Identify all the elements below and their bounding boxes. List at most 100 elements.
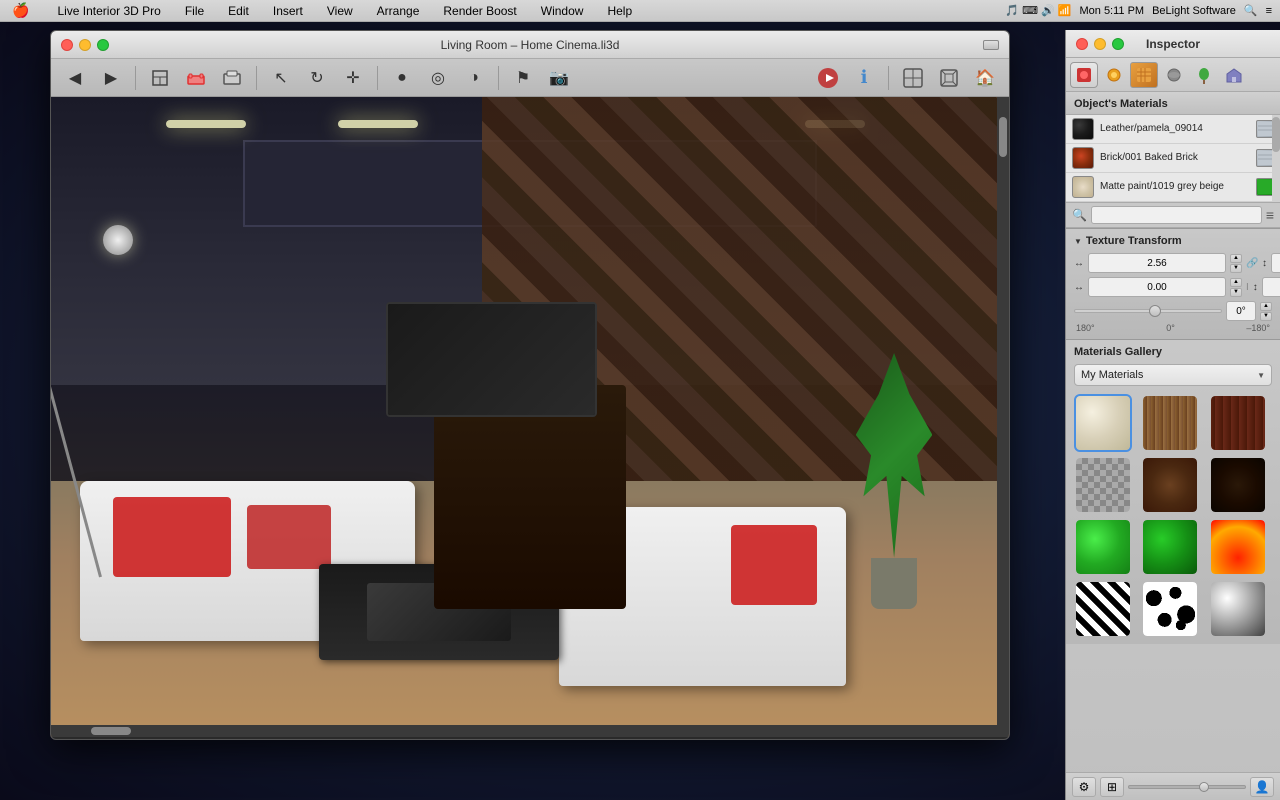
gallery-dropdown[interactable]: My Materials ▼ bbox=[1074, 364, 1272, 386]
x-scale-up[interactable]: ▲ bbox=[1230, 254, 1242, 263]
rotation-min-label: 180° bbox=[1076, 323, 1095, 333]
walk-tool[interactable]: ⚑ bbox=[507, 64, 539, 92]
gallery-item-dalmatian[interactable] bbox=[1141, 580, 1199, 638]
menu-app[interactable]: Live Interior 3D Pro bbox=[53, 4, 164, 18]
inspector-light-tab[interactable] bbox=[1100, 62, 1128, 88]
menubar-menu-icon[interactable]: ≡ bbox=[1266, 5, 1272, 17]
x-scale-down[interactable]: ▼ bbox=[1230, 264, 1242, 273]
menu-insert[interactable]: Insert bbox=[269, 4, 307, 18]
gallery-item-green-bright[interactable] bbox=[1074, 518, 1132, 576]
x-offset-down[interactable]: ▼ bbox=[1230, 288, 1242, 297]
y-scale-input[interactable] bbox=[1271, 253, 1280, 273]
menu-render-boost[interactable]: Render Boost bbox=[439, 4, 520, 18]
viewport-scrollbar-horizontal[interactable] bbox=[51, 725, 1009, 737]
nav-back-button[interactable]: ◀ bbox=[59, 64, 91, 92]
gallery-item-fire[interactable] bbox=[1209, 518, 1267, 576]
x-scale-stepper[interactable]: ▲ ▼ bbox=[1230, 254, 1242, 273]
filter-input[interactable] bbox=[1091, 206, 1262, 224]
close-button[interactable] bbox=[61, 39, 73, 51]
scale-link-icon[interactable]: 🔗 bbox=[1246, 258, 1258, 269]
minimize-button[interactable] bbox=[79, 39, 91, 51]
viewport-3d[interactable] bbox=[51, 97, 1009, 737]
inspector-plant-tab[interactable] bbox=[1190, 62, 1218, 88]
gallery-item-stone-grey[interactable] bbox=[1074, 456, 1132, 514]
rotation-down[interactable]: ▼ bbox=[1260, 312, 1272, 321]
inspector-minimize-button[interactable] bbox=[1094, 38, 1106, 50]
menu-edit[interactable]: Edit bbox=[224, 4, 253, 18]
texture-transform-triangle[interactable]: ▼ bbox=[1074, 237, 1082, 246]
gallery-item-wood-brown[interactable] bbox=[1141, 456, 1199, 514]
perspective-button[interactable] bbox=[933, 64, 965, 92]
inspector-close-button[interactable] bbox=[1076, 38, 1088, 50]
home-view-button[interactable]: 🏠 bbox=[969, 64, 1001, 92]
apple-menu[interactable]: 🍎 bbox=[8, 2, 33, 19]
material-item-brick[interactable]: Brick/001 Baked Brick bbox=[1066, 144, 1280, 173]
green-dark-material bbox=[1143, 520, 1197, 574]
toolbar-separator-4 bbox=[498, 66, 499, 90]
nav-forward-button[interactable]: ▶ bbox=[95, 64, 127, 92]
gallery-item-cream[interactable] bbox=[1074, 394, 1132, 452]
floor-plan-button[interactable] bbox=[144, 64, 176, 92]
rotation-up[interactable]: ▲ bbox=[1260, 302, 1272, 311]
y-offset-input[interactable] bbox=[1262, 277, 1280, 297]
camera-tool[interactable]: 📷 bbox=[543, 64, 575, 92]
info-button[interactable]: ℹ bbox=[848, 64, 880, 92]
x-offset-input[interactable] bbox=[1088, 277, 1226, 297]
inspector-toolbar bbox=[1066, 58, 1280, 92]
filter-menu-icon[interactable]: ≡ bbox=[1266, 207, 1274, 223]
rotation-slider[interactable] bbox=[1074, 309, 1222, 313]
inspector-materials-tab[interactable] bbox=[1070, 62, 1098, 88]
menu-help[interactable]: Help bbox=[603, 4, 636, 18]
inspector-zoom-thumb[interactable] bbox=[1199, 782, 1209, 792]
plant-leaves bbox=[856, 353, 933, 558]
menu-view[interactable]: View bbox=[323, 4, 357, 18]
window-collapse-button[interactable] bbox=[983, 40, 999, 50]
objects-button[interactable] bbox=[216, 64, 248, 92]
inspector-zoom-slider[interactable] bbox=[1128, 785, 1246, 789]
x-offset-up[interactable]: ▲ bbox=[1230, 278, 1242, 287]
x-scale-row: ↔ ▲ ▼ 🔗 ↕ ▲ ▼ bbox=[1074, 253, 1272, 273]
rotation-stepper[interactable]: ▲ ▼ bbox=[1260, 302, 1272, 321]
offset-link-icon: I bbox=[1246, 282, 1249, 293]
crosshair-tool[interactable]: ✛ bbox=[337, 64, 369, 92]
view-half[interactable]: ◑ bbox=[458, 64, 490, 92]
menu-arrange[interactable]: Arrange bbox=[373, 4, 424, 18]
television bbox=[386, 302, 597, 417]
view-sphere[interactable]: ● bbox=[386, 64, 418, 92]
inspector-surface-tab[interactable] bbox=[1160, 62, 1188, 88]
inspector-maximize-button[interactable] bbox=[1112, 38, 1124, 50]
menubar-search-icon[interactable]: 🔍 bbox=[1244, 4, 1258, 17]
orbit-tool[interactable]: ↻ bbox=[301, 64, 333, 92]
inspector-add-button[interactable]: ⚙ bbox=[1072, 777, 1096, 797]
offset-row: ↔ ▲ ▼ I ↕ ▲ ▼ bbox=[1074, 277, 1272, 297]
viewport-scrollbar-vertical[interactable] bbox=[997, 97, 1009, 727]
dark-brown-material bbox=[1211, 458, 1265, 512]
furniture-button[interactable] bbox=[180, 64, 212, 92]
gallery-item-green-dark[interactable] bbox=[1141, 518, 1199, 576]
material-list-scrollbar[interactable] bbox=[1272, 115, 1280, 202]
maximize-button[interactable] bbox=[97, 39, 109, 51]
gallery-item-wood-light[interactable] bbox=[1141, 394, 1199, 452]
wood-brown-material bbox=[1143, 458, 1197, 512]
top-view-button[interactable] bbox=[897, 64, 929, 92]
gallery-item-chrome[interactable] bbox=[1209, 580, 1267, 638]
x-scale-input[interactable] bbox=[1088, 253, 1226, 273]
view-ring[interactable]: ◎ bbox=[422, 64, 454, 92]
inspector-grid-button[interactable]: ⊞ bbox=[1100, 777, 1124, 797]
inspector-person-button[interactable]: 👤 bbox=[1250, 777, 1274, 797]
gallery-item-dark-brown[interactable] bbox=[1209, 456, 1267, 514]
inspector-arch-tab[interactable] bbox=[1220, 62, 1248, 88]
menu-window[interactable]: Window bbox=[537, 4, 588, 18]
animate-button[interactable] bbox=[812, 64, 844, 92]
material-item-matte[interactable]: Matte paint/1019 grey beige bbox=[1066, 173, 1280, 202]
select-tool[interactable]: ↖ bbox=[265, 64, 297, 92]
inspector-texture-tab[interactable] bbox=[1130, 62, 1158, 88]
material-item-leather[interactable]: Leather/pamela_09014 bbox=[1066, 115, 1280, 144]
gallery-item-zebra[interactable] bbox=[1074, 580, 1132, 638]
rotation-row: 0° ▲ ▼ bbox=[1074, 301, 1272, 321]
ceiling-light-1 bbox=[166, 120, 246, 128]
rotation-slider-thumb[interactable] bbox=[1149, 305, 1161, 317]
x-offset-stepper[interactable]: ▲ ▼ bbox=[1230, 278, 1242, 297]
menu-file[interactable]: File bbox=[181, 4, 208, 18]
gallery-item-wood-dark-red[interactable] bbox=[1209, 394, 1267, 452]
